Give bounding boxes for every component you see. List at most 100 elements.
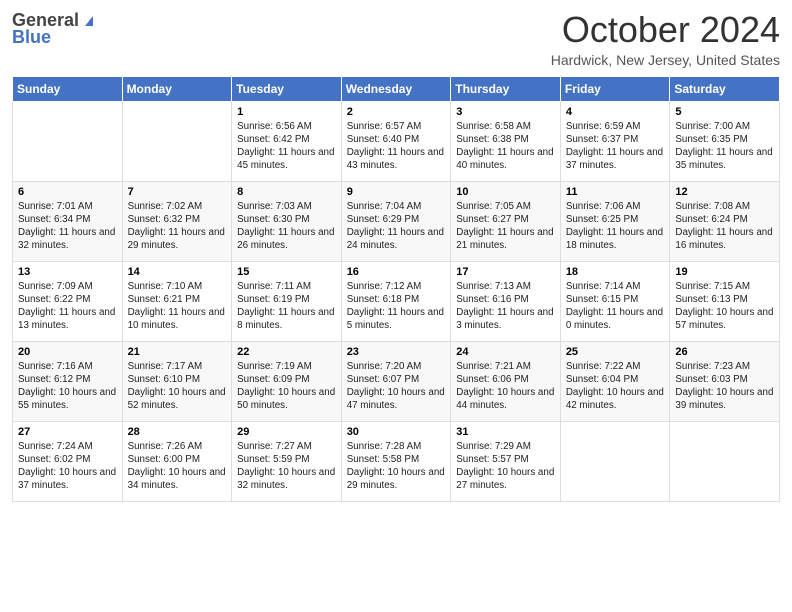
day-number: 20 [18,346,117,358]
calendar-cell: 30 Sunrise: 7:28 AMSunset: 5:58 PMDayligh… [341,421,451,501]
calendar-cell: 17Sunrise: 7:13 AMSunset: 6:16 PMDayligh… [451,261,561,341]
calendar-table: SundayMondayTuesdayWednesdayThursdayFrid… [12,76,780,502]
calendar-cell: 4 Sunrise: 6:59 AMSunset: 6:37 PMDaylight… [560,101,670,181]
calendar-cell [560,421,670,501]
page: General Blue October 2024 Hardwick, New … [0,0,792,612]
calendar-week-4: 20 Sunrise: 7:16 AMSunset: 6:12 PMDayligh… [13,341,780,421]
location: Hardwick, New Jersey, United States [551,52,780,68]
calendar-week-3: 13Sunrise: 7:09 AMSunset: 6:22 PMDayligh… [13,261,780,341]
calendar-cell [670,421,780,501]
calendar-cell: 6Sunrise: 7:01 AMSunset: 6:34 PMDaylight… [13,181,123,261]
calendar-cell: 2 Sunrise: 6:57 AMSunset: 6:40 PMDaylight… [341,101,451,181]
day-info: Sunrise: 7:00 AMSunset: 6:35 PMDaylight:… [675,121,772,172]
calendar-week-1: 1Sunrise: 6:56 AMSunset: 6:42 PMDaylight… [13,101,780,181]
day-info: Sunrise: 7:04 AMSunset: 6:29 PMDaylight:… [347,201,444,252]
day-number: 10 [456,186,555,198]
calendar-cell: 16 Sunrise: 7:12 AMSunset: 6:18 PMDayligh… [341,261,451,341]
day-number: 30 [347,426,446,438]
day-info: Sunrise: 7:21 AMSunset: 6:06 PMDaylight:… [456,361,554,412]
weekday-header-saturday: Saturday [670,76,780,101]
calendar-cell: 24 Sunrise: 7:21 AMSunset: 6:06 PMDayligh… [451,341,561,421]
day-number: 21 [128,346,227,358]
day-number: 2 [347,106,446,118]
day-number: 23 [347,346,446,358]
day-number: 3 [456,106,555,118]
day-info: Sunrise: 6:59 AMSunset: 6:37 PMDaylight:… [566,121,663,172]
day-info: Sunrise: 7:24 AMSunset: 6:02 PMDaylight:… [18,441,116,492]
day-info: Sunrise: 7:27 AMSunset: 5:59 PMDaylight:… [237,441,335,492]
day-info: Sunrise: 7:19 AMSunset: 6:09 PMDaylight:… [237,361,335,412]
day-number: 6 [18,186,117,198]
day-number: 27 [18,426,117,438]
calendar-cell: 3 Sunrise: 6:58 AMSunset: 6:38 PMDaylight… [451,101,561,181]
day-info: Sunrise: 7:15 AMSunset: 6:13 PMDaylight:… [675,281,773,332]
calendar-cell: 1Sunrise: 6:56 AMSunset: 6:42 PMDaylight… [232,101,342,181]
calendar-cell: 28 Sunrise: 7:26 AMSunset: 6:00 PMDayligh… [122,421,232,501]
calendar-cell: 7 Sunrise: 7:02 AMSunset: 6:32 PMDaylight… [122,181,232,261]
day-info: Sunrise: 7:23 AMSunset: 6:03 PMDaylight:… [675,361,773,412]
day-number: 24 [456,346,555,358]
day-info: Sunrise: 7:10 AMSunset: 6:21 PMDaylight:… [128,281,225,332]
calendar-cell: 27 Sunrise: 7:24 AMSunset: 6:02 PMDayligh… [13,421,123,501]
day-info: Sunrise: 7:16 AMSunset: 6:12 PMDaylight:… [18,361,116,412]
calendar-cell: 8Sunrise: 7:03 AMSunset: 6:30 PMDaylight… [232,181,342,261]
day-number: 11 [566,186,665,198]
day-info: Sunrise: 7:09 AMSunset: 6:22 PMDaylight:… [18,281,115,332]
calendar-week-5: 27 Sunrise: 7:24 AMSunset: 6:02 PMDayligh… [13,421,780,501]
calendar-cell: 23 Sunrise: 7:20 AMSunset: 6:07 PMDayligh… [341,341,451,421]
weekday-header-tuesday: Tuesday [232,76,342,101]
day-number: 17 [456,266,555,278]
day-info: Sunrise: 7:26 AMSunset: 6:00 PMDaylight:… [128,441,226,492]
calendar-cell: 26 Sunrise: 7:23 AMSunset: 6:03 PMDayligh… [670,341,780,421]
calendar-cell: 25Sunrise: 7:22 AMSunset: 6:04 PMDayligh… [560,341,670,421]
calendar-cell: 22 Sunrise: 7:19 AMSunset: 6:09 PMDayligh… [232,341,342,421]
calendar-cell: 29 Sunrise: 7:27 AMSunset: 5:59 PMDayligh… [232,421,342,501]
day-number: 7 [128,186,227,198]
calendar-cell: 31 Sunrise: 7:29 AMSunset: 5:57 PMDayligh… [451,421,561,501]
day-info: Sunrise: 7:11 AMSunset: 6:19 PMDaylight:… [237,281,334,332]
weekday-header-thursday: Thursday [451,76,561,101]
weekday-header-friday: Friday [560,76,670,101]
calendar-cell [122,101,232,181]
day-number: 25 [566,346,665,358]
day-info: Sunrise: 7:03 AMSunset: 6:30 PMDaylight:… [237,201,334,252]
calendar-cell: 12 Sunrise: 7:08 AMSunset: 6:24 PMDayligh… [670,181,780,261]
logo-triangle-icon [81,12,97,28]
day-number: 16 [347,266,446,278]
title-area: October 2024 Hardwick, New Jersey, Unite… [551,10,780,68]
day-info: Sunrise: 7:28 AMSunset: 5:58 PMDaylight:… [347,441,445,492]
calendar-cell: 15 Sunrise: 7:11 AMSunset: 6:19 PMDayligh… [232,261,342,341]
day-number: 31 [456,426,555,438]
calendar-cell: 14Sunrise: 7:10 AMSunset: 6:21 PMDayligh… [122,261,232,341]
calendar-cell: 19Sunrise: 7:15 AMSunset: 6:13 PMDayligh… [670,261,780,341]
weekday-header-monday: Monday [122,76,232,101]
day-number: 9 [347,186,446,198]
day-number: 15 [237,266,336,278]
day-number: 29 [237,426,336,438]
day-info: Sunrise: 6:57 AMSunset: 6:40 PMDaylight:… [347,121,444,172]
day-info: Sunrise: 6:58 AMSunset: 6:38 PMDaylight:… [456,121,553,172]
day-number: 4 [566,106,665,118]
day-number: 28 [128,426,227,438]
day-info: Sunrise: 7:14 AMSunset: 6:15 PMDaylight:… [566,281,663,332]
logo-blue-text: Blue [12,27,51,48]
day-number: 22 [237,346,336,358]
day-number: 12 [675,186,774,198]
calendar-cell: 13Sunrise: 7:09 AMSunset: 6:22 PMDayligh… [13,261,123,341]
calendar-cell: 21Sunrise: 7:17 AMSunset: 6:10 PMDayligh… [122,341,232,421]
day-info: Sunrise: 7:20 AMSunset: 6:07 PMDaylight:… [347,361,445,412]
calendar-cell: 9 Sunrise: 7:04 AMSunset: 6:29 PMDaylight… [341,181,451,261]
day-number: 18 [566,266,665,278]
calendar-cell: 20 Sunrise: 7:16 AMSunset: 6:12 PMDayligh… [13,341,123,421]
day-info: Sunrise: 7:12 AMSunset: 6:18 PMDaylight:… [347,281,444,332]
calendar-cell: 5Sunrise: 7:00 AMSunset: 6:35 PMDaylight… [670,101,780,181]
calendar-cell [13,101,123,181]
day-info: Sunrise: 7:05 AMSunset: 6:27 PMDaylight:… [456,201,553,252]
day-info: Sunrise: 7:02 AMSunset: 6:32 PMDaylight:… [128,201,225,252]
day-info: Sunrise: 7:08 AMSunset: 6:24 PMDaylight:… [675,201,772,252]
day-number: 26 [675,346,774,358]
month-title: October 2024 [551,10,780,50]
day-info: Sunrise: 7:29 AMSunset: 5:57 PMDaylight:… [456,441,554,492]
calendar-cell: 18 Sunrise: 7:14 AMSunset: 6:15 PMDayligh… [560,261,670,341]
day-info: Sunrise: 6:56 AMSunset: 6:42 PMDaylight:… [237,121,334,172]
